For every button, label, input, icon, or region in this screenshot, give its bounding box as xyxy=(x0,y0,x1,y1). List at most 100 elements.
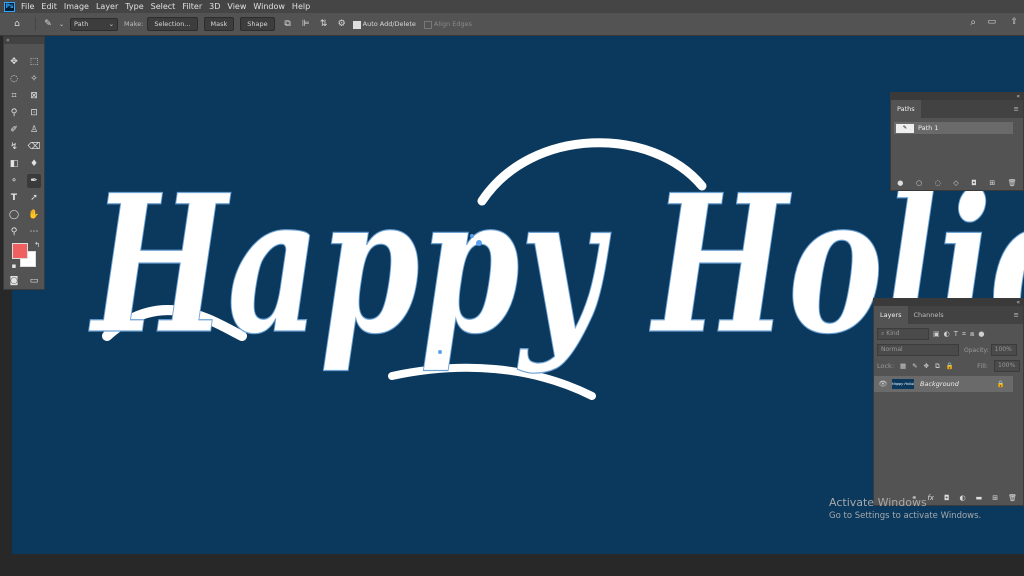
marquee-tool-icon[interactable]: ⬚ xyxy=(27,55,41,69)
magic-wand-tool-icon[interactable]: ✧ xyxy=(27,72,41,86)
history-brush-tool-icon[interactable]: ↯ xyxy=(7,140,21,154)
lock-all-icon[interactable]: 🔒 xyxy=(946,362,954,370)
load-selection-icon[interactable]: ◌ xyxy=(935,179,941,187)
menu-image[interactable]: Image xyxy=(64,2,89,11)
layer-filter-select[interactable]: ⌕ Kind xyxy=(877,328,929,340)
menu-help[interactable]: Help xyxy=(292,2,310,11)
menu-3d[interactable]: 3D xyxy=(209,2,220,11)
menu-select[interactable]: Select xyxy=(151,2,176,11)
layer-thumbnail: Happy Holiday xyxy=(892,379,914,389)
dodge-tool-icon[interactable]: ⚬ xyxy=(7,174,21,188)
brush-tool-icon[interactable]: ✐ xyxy=(7,123,21,137)
eraser-tool-icon[interactable]: ⌫ xyxy=(27,140,41,154)
frame-tool-icon[interactable]: ⊠ xyxy=(27,89,41,103)
fill-input[interactable]: 100% xyxy=(994,360,1020,372)
toolbar-collapse-icon[interactable]: « xyxy=(4,37,44,44)
panel-collapse-icon[interactable]: « xyxy=(891,93,1023,100)
foreground-color-swatch-front[interactable] xyxy=(12,243,28,259)
filter-shape-icon[interactable]: ⌗ xyxy=(962,330,966,339)
quick-mask-icon[interactable]: ◙ xyxy=(7,274,21,288)
zoom-tool-icon[interactable]: ⚲ xyxy=(7,225,21,239)
lock-transparent-icon[interactable]: ▦ xyxy=(900,362,906,370)
chevron-down-icon[interactable]: ⌄ xyxy=(59,21,64,28)
healing-tool-icon[interactable]: ⊡ xyxy=(27,106,41,120)
path-selection-tool-icon[interactable]: ➚ xyxy=(27,191,41,205)
gradient-tool-icon[interactable]: ◧ xyxy=(7,157,21,171)
align-edges-checkbox[interactable] xyxy=(423,21,432,29)
blend-row: Normal Opacity: 100% xyxy=(877,344,1020,356)
panel-menu-icon[interactable]: ≡ xyxy=(1014,306,1023,324)
make-shape-button[interactable]: Shape xyxy=(240,17,275,31)
make-mask-button[interactable]: Mask xyxy=(203,17,235,31)
blur-tool-icon[interactable]: ♦ xyxy=(27,157,41,171)
layer-row[interactable]: 👁 Happy Holiday Background 🔒 xyxy=(874,376,1013,392)
stroke-path-icon[interactable]: ○ xyxy=(916,179,922,187)
make-label: Make: xyxy=(124,20,144,28)
anchor-point[interactable] xyxy=(470,234,474,238)
ellipse-tool-icon[interactable]: ◯ xyxy=(7,208,21,222)
home-icon[interactable]: ⌂ xyxy=(8,19,26,29)
pen-tool-preset-icon[interactable]: ✎ xyxy=(41,19,55,29)
lasso-tool-icon[interactable]: ◌ xyxy=(7,72,21,86)
share-icon[interactable]: ⇪ xyxy=(1010,17,1018,27)
path-list-item[interactable]: ✎ Path 1 xyxy=(894,122,1013,134)
menu-view[interactable]: View xyxy=(227,2,246,11)
lock-position-icon[interactable]: ✥ xyxy=(924,362,929,370)
make-work-path-icon[interactable]: ◇ xyxy=(953,179,958,187)
watermark-title: Activate Windows xyxy=(829,496,927,509)
path-operations-icon[interactable]: ⧉ xyxy=(281,19,295,29)
workspace-icon[interactable]: ▭ xyxy=(987,17,996,27)
make-selection-button[interactable]: Selection... xyxy=(147,17,198,31)
visibility-eye-icon[interactable]: 👁 xyxy=(874,380,892,388)
new-layer-icon[interactable]: ⊞ xyxy=(992,494,998,502)
blend-mode-select[interactable]: Normal xyxy=(877,344,959,356)
swap-colors-icon[interactable]: ↰ xyxy=(30,238,44,252)
menu-type[interactable]: Type xyxy=(125,2,143,11)
tab-paths[interactable]: Paths xyxy=(891,100,921,118)
panel-menu-icon[interactable]: ≡ xyxy=(1014,100,1023,118)
menu-window[interactable]: Window xyxy=(253,2,285,11)
move-tool-icon[interactable]: ✥ xyxy=(7,55,21,69)
path-alignment-icon[interactable]: ⊫ xyxy=(299,19,313,29)
more-tools-icon[interactable]: ⋯ xyxy=(27,225,41,239)
new-path-icon[interactable]: ⊞ xyxy=(989,179,995,187)
options-bar: ⌂ ✎ ⌄ Path ⌄ Make: Selection... Mask Sha… xyxy=(0,13,1024,36)
lock-row: Lock: ▦ ✎ ✥ ⧉ 🔒 Fill: 100% xyxy=(877,360,1020,372)
fill-path-icon[interactable]: ● xyxy=(897,179,903,187)
opacity-input[interactable]: 100% xyxy=(990,344,1017,356)
trash-icon[interactable]: 🗑 xyxy=(1008,494,1017,502)
pen-tool-icon[interactable]: ✒ xyxy=(27,174,41,188)
anchor-point[interactable] xyxy=(476,240,482,246)
filter-type-icon[interactable]: T xyxy=(954,330,958,338)
crop-tool-icon[interactable]: ⌗ xyxy=(7,89,21,103)
lock-artboard-icon[interactable]: ⧉ xyxy=(935,362,940,371)
gear-icon[interactable]: ⚙ xyxy=(335,19,349,29)
stamp-tool-icon[interactable]: ♙ xyxy=(27,123,41,137)
panel-collapse-icon[interactable]: « xyxy=(874,299,1023,306)
eyedropper-tool-icon[interactable]: ⚲ xyxy=(7,106,21,120)
tab-channels[interactable]: Channels xyxy=(908,306,950,324)
lock-pixels-icon[interactable]: ✎ xyxy=(912,362,917,370)
type-tool-icon[interactable]: T xyxy=(7,191,21,205)
screen-mode-icon[interactable]: ▭ xyxy=(27,274,41,288)
path-arrangement-icon[interactable]: ⇅ xyxy=(317,19,331,29)
menu-file[interactable]: File xyxy=(21,2,34,11)
search-icon[interactable]: ⌕ xyxy=(970,17,976,28)
trash-icon[interactable]: 🗑 xyxy=(1008,179,1017,187)
menu-edit[interactable]: Edit xyxy=(41,2,57,11)
filter-pixel-icon[interactable]: ▣ xyxy=(933,330,940,338)
menu-filter[interactable]: Filter xyxy=(182,2,202,11)
hand-tool-icon[interactable]: ✋ xyxy=(27,208,41,222)
filter-smart-object-icon[interactable]: ⧈ xyxy=(970,330,974,339)
tab-layers[interactable]: Layers xyxy=(874,306,908,324)
auto-add-delete-checkbox[interactable] xyxy=(352,21,361,29)
menu-layer[interactable]: Layer xyxy=(96,2,118,11)
filter-toggle-icon[interactable]: ● xyxy=(978,330,984,338)
default-colors-icon[interactable]: ▪ xyxy=(7,259,21,273)
filter-adjustment-icon[interactable]: ◐ xyxy=(944,330,950,338)
lock-label: Lock: xyxy=(877,362,895,370)
photoshop-logo-icon[interactable]: Ps xyxy=(4,1,15,12)
anchor-point[interactable] xyxy=(438,350,442,354)
pen-mode-select[interactable]: Path ⌄ xyxy=(70,17,119,31)
add-mask-icon[interactable]: ◘ xyxy=(971,179,977,187)
